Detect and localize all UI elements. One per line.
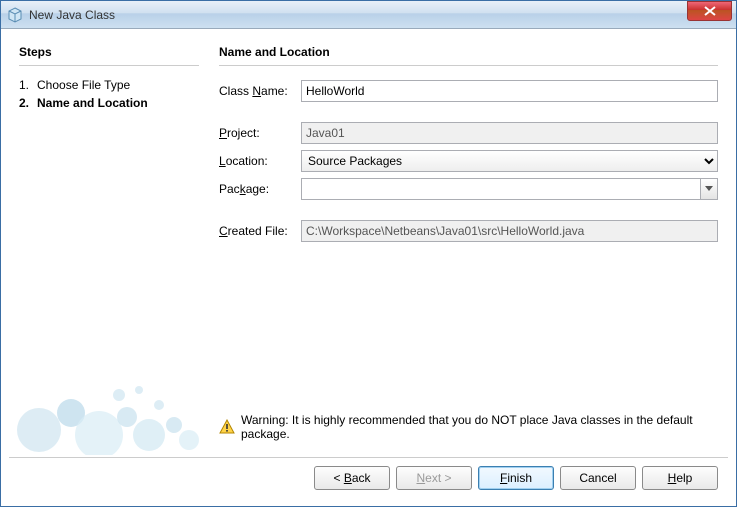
titlebar: New Java Class [1,1,736,29]
created-file-label: Created File: [219,224,301,238]
next-button: Next > [396,466,472,490]
main-panel: Name and Location Class Name: Project: L… [209,37,728,455]
created-file-field [301,220,718,242]
steps-heading: Steps [19,45,199,59]
project-field [301,122,718,144]
window-title: New Java Class [29,8,687,22]
panel-heading: Name and Location [219,45,718,59]
package-input[interactable] [301,178,700,200]
project-label: Project: [219,126,301,140]
divider [219,65,718,66]
step-choose-file-type: 1. Choose File Type [19,76,199,94]
location-label: Location: [219,154,301,168]
cancel-button[interactable]: Cancel [560,466,636,490]
divider [19,65,199,66]
step-label: Choose File Type [37,78,130,92]
dialog-window: New Java Class Steps 1. Choose File Type… [0,0,737,507]
back-button[interactable]: < Back [314,466,390,490]
step-name-and-location: 2. Name and Location [19,94,199,112]
warning-text: Warning: It is highly recommended that y… [241,413,718,441]
warning-icon [219,419,235,435]
steps-sidebar: Steps 1. Choose File Type 2. Name and Lo… [9,37,209,455]
chevron-down-icon[interactable] [700,178,718,200]
app-icon [7,7,23,23]
decorative-bubbles [9,335,209,455]
class-name-input[interactable] [301,80,718,102]
package-combobox[interactable] [301,178,718,200]
warning-message: Warning: It is highly recommended that y… [219,407,718,447]
package-label: Package: [219,182,301,196]
help-button[interactable]: Help [642,466,718,490]
finish-button[interactable]: Finish [478,466,554,490]
button-bar: < Back Next > Finish Cancel Help [9,466,728,498]
location-select[interactable]: Source Packages [301,150,718,172]
close-button[interactable] [687,1,732,21]
divider [9,457,728,458]
step-list: 1. Choose File Type 2. Name and Location [19,76,199,112]
class-name-label: Class Name: [219,84,301,98]
content-area: Steps 1. Choose File Type 2. Name and Lo… [1,29,736,506]
step-label: Name and Location [37,96,148,110]
